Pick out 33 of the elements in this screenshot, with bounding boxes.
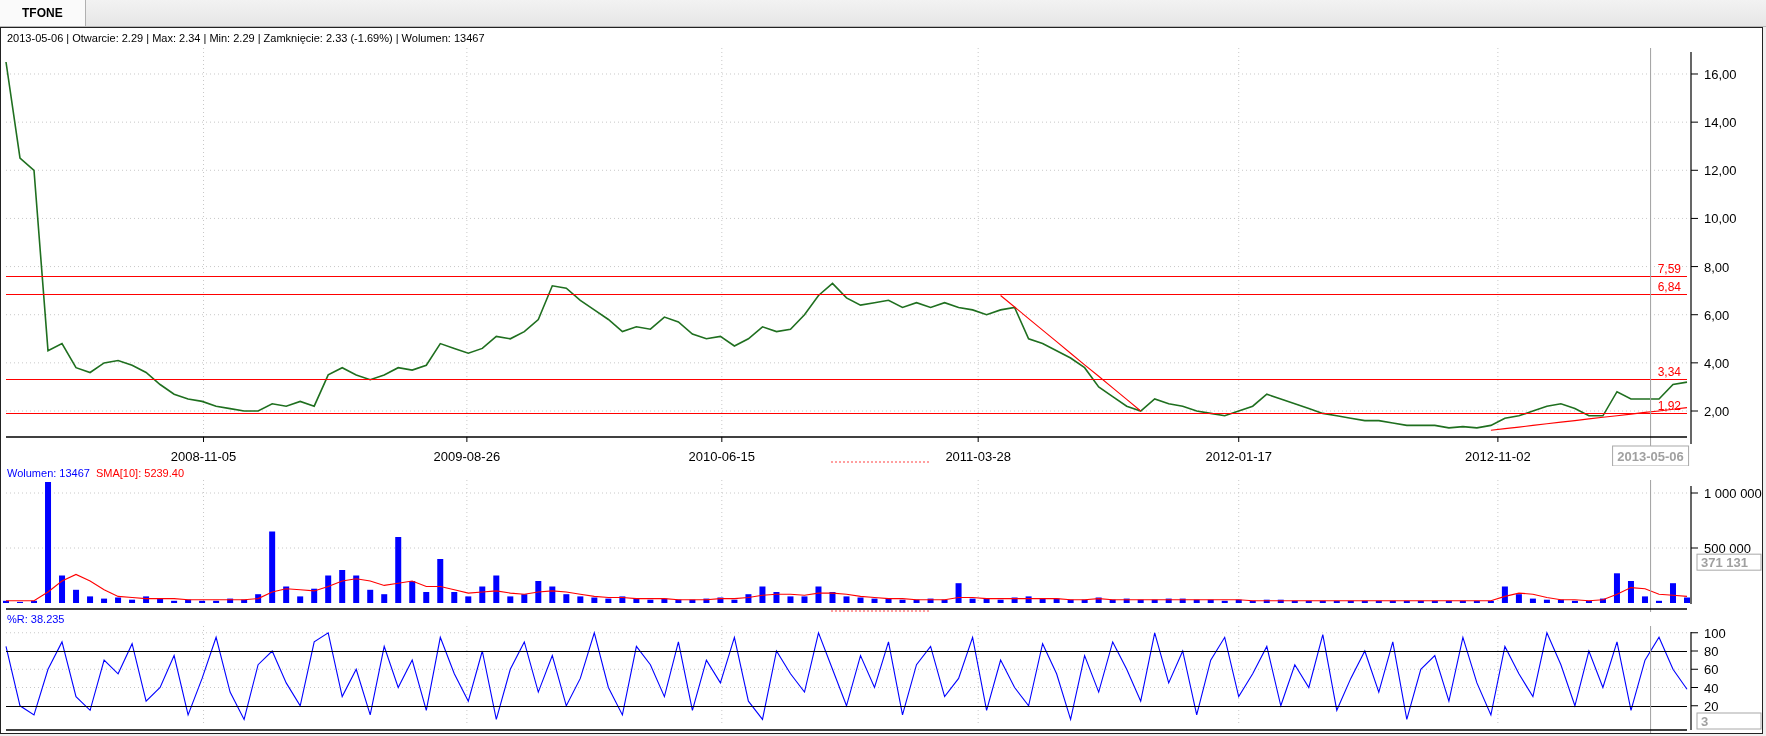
axis-label: 6,00 bbox=[1704, 307, 1730, 323]
axis-label: 2012-01-17 bbox=[1205, 449, 1272, 464]
level-label: 7,59 bbox=[1657, 261, 1681, 276]
axis-label: 14,00 bbox=[1704, 115, 1737, 131]
axis-label: 2008-11-05 bbox=[170, 449, 237, 464]
axis-label: 2010-06-15 bbox=[688, 449, 756, 464]
axis-label: 1 000 000 bbox=[1704, 486, 1762, 501]
tab[interactable]: TFONE bbox=[0, 0, 86, 26]
level-label: 1,92 bbox=[1657, 398, 1681, 413]
axis-label: 60 bbox=[1704, 662, 1719, 678]
axis-label: 2011-03-28 bbox=[945, 449, 1011, 464]
axis-label: 16,00 bbox=[1704, 67, 1737, 82]
cursor-label: 2013-05-06 bbox=[1612, 445, 1690, 466]
axis-label: 100 bbox=[1704, 626, 1726, 641]
level-label: 3,34 bbox=[1657, 364, 1681, 379]
axis-label: 2012-11-02 bbox=[1465, 449, 1531, 464]
cursor-label: 3 bbox=[1696, 712, 1762, 730]
axis-label: 500 000 bbox=[1704, 541, 1751, 556]
quote-info: 2013-05-06 | Otwarcie: 2.29 | Max: 2.34 | Min: 2.29 | Zamknięcie: 2.33 (-1.69%) | Wolumen: 13467 bbox=[7, 32, 485, 44]
axis-label: 2,00 bbox=[1704, 404, 1730, 419]
axis-label: 40 bbox=[1704, 680, 1719, 696]
axis-label: 12,00 bbox=[1704, 163, 1737, 179]
axis-label: 10,00 bbox=[1704, 211, 1737, 227]
legend-label: Wolumen: 13467 bbox=[7, 467, 90, 479]
axis-label: 4,00 bbox=[1704, 355, 1730, 371]
axis-label: 80 bbox=[1704, 644, 1719, 659]
axis-label: 20 bbox=[1704, 698, 1719, 714]
legend-label: %R: 38.235 bbox=[7, 613, 65, 625]
axis-label: 2009-08-26 bbox=[433, 449, 501, 464]
cursor-label: 371 131 bbox=[1696, 553, 1762, 571]
legend-label: SMA[10]: 5239.40 bbox=[95, 467, 185, 479]
level-label: 6,84 bbox=[1657, 279, 1681, 294]
axis-label: 8,00 bbox=[1704, 259, 1730, 275]
